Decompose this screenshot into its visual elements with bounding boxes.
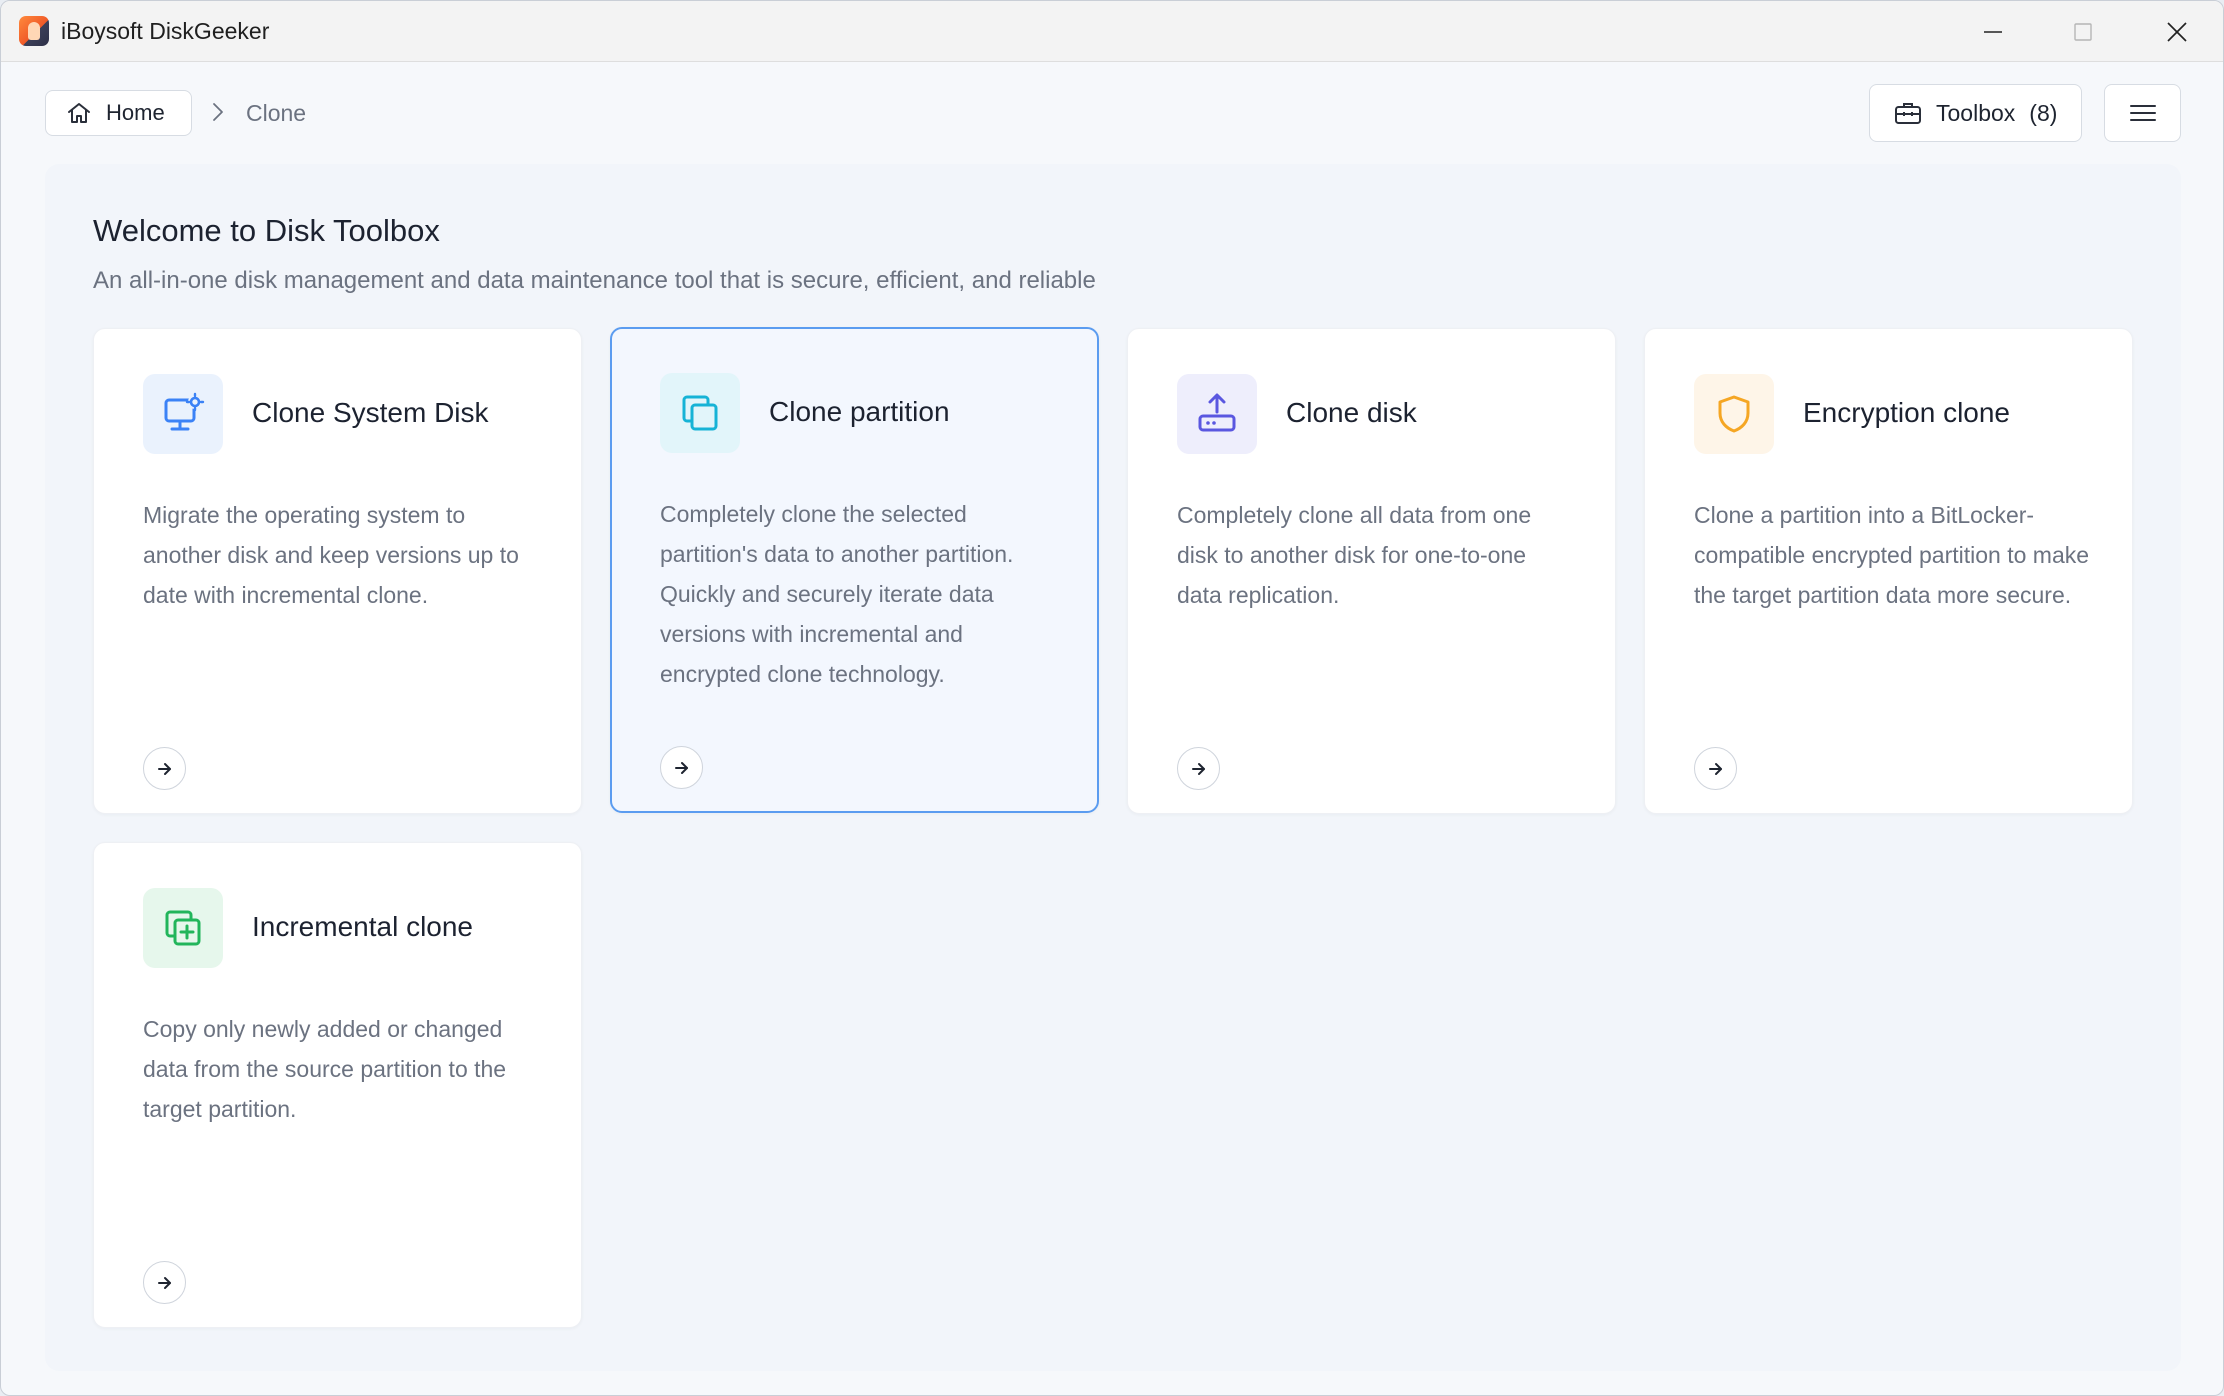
close-icon xyxy=(2167,21,2187,42)
card-encryption-clone[interactable]: Encryption clone Clone a partition into … xyxy=(1644,328,2133,814)
page-subtitle: An all-in-one disk management and data m… xyxy=(93,267,1096,294)
disk-upload-icon xyxy=(1177,374,1257,454)
home-icon xyxy=(68,103,90,123)
shield-icon xyxy=(1694,374,1774,454)
card-title: Encryption clone xyxy=(1803,397,2011,428)
arrow-right-icon xyxy=(157,1276,171,1289)
card-description: Clone a partition into a BitLocker-compa… xyxy=(1694,502,2090,608)
card-title: Clone System Disk xyxy=(252,397,489,428)
page-title: Welcome to Disk Toolbox xyxy=(93,213,440,248)
card-arrow-button[interactable] xyxy=(660,746,703,789)
card-title: Clone disk xyxy=(1286,397,1417,428)
app-logo-icon xyxy=(19,16,49,46)
card-arrow-button[interactable] xyxy=(1694,747,1737,790)
card-arrow-button[interactable] xyxy=(143,747,186,790)
hamburger-menu-icon xyxy=(2129,105,2156,121)
card-description: Completely clone the selected partition'… xyxy=(660,501,1014,687)
toolbox-label: Toolbox xyxy=(1936,99,2016,126)
minimize-icon xyxy=(1984,30,2002,33)
app-window: iBoysoft DiskGeeker Home Clone Toolbox (… xyxy=(0,0,2224,1396)
breadcrumb-current: Clone xyxy=(246,100,307,126)
card-title: Incremental clone xyxy=(252,911,474,942)
toolbox-icon xyxy=(1895,103,1921,124)
title-bar: iBoysoft DiskGeeker xyxy=(1,1,2223,62)
card-description: Migrate the operating system to another … xyxy=(143,502,519,608)
arrow-right-icon xyxy=(1191,762,1205,775)
card-arrow-button[interactable] xyxy=(1177,747,1220,790)
card-clone-partition[interactable]: Clone partition Completely clone the sel… xyxy=(610,327,1099,813)
breadcrumb-home-button[interactable]: Home xyxy=(45,90,192,136)
toolbox-count: (8) xyxy=(2029,99,2058,126)
copy-plus-icon xyxy=(143,888,223,968)
monitor-gear-icon xyxy=(143,374,223,454)
menu-button[interactable] xyxy=(2104,84,2181,142)
arrow-right-icon xyxy=(1708,762,1722,775)
copy-icon xyxy=(660,373,740,453)
close-button[interactable] xyxy=(2131,1,2223,62)
card-clone-disk[interactable]: Clone disk Completely clone all data fro… xyxy=(1127,328,1616,814)
arrow-right-icon xyxy=(157,762,171,775)
card-description: Copy only newly added or changed data fr… xyxy=(143,1016,507,1122)
chevron-right-icon xyxy=(213,103,223,121)
card-description: Completely clone all data from one disk … xyxy=(1177,502,1532,608)
home-label: Home xyxy=(106,100,165,125)
card-title: Clone partition xyxy=(769,396,950,427)
app-title: iBoysoft DiskGeeker xyxy=(61,18,270,44)
arrow-right-icon xyxy=(674,761,688,774)
card-incremental-clone[interactable]: Incremental clone Copy only newly added … xyxy=(93,842,582,1328)
minimize-button[interactable] xyxy=(1947,1,2039,62)
card-arrow-button[interactable] xyxy=(143,1261,186,1304)
maximize-icon xyxy=(2074,22,2092,41)
toolbox-button[interactable]: Toolbox (8) xyxy=(1869,84,2082,142)
card-clone-system-disk[interactable]: Clone System Disk Migrate the operating … xyxy=(93,328,582,814)
maximize-button[interactable] xyxy=(2037,1,2129,62)
